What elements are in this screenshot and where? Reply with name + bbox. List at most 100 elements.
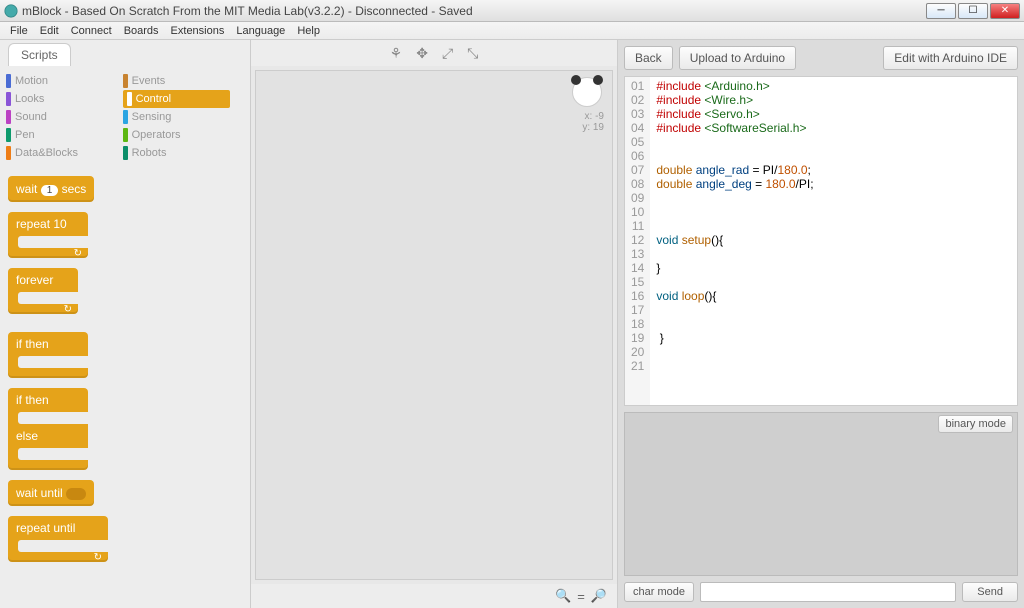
loop-arrow-icon: ↻ [64, 304, 72, 315]
block-if[interactable]: if then [8, 332, 88, 378]
menu-boards[interactable]: Boards [118, 25, 165, 37]
category-robots[interactable]: Robots [123, 144, 240, 162]
block-label: forever [8, 268, 78, 292]
menu-connect[interactable]: Connect [65, 25, 118, 37]
category-label: Looks [15, 93, 44, 105]
block-label: then [25, 337, 48, 351]
send-button[interactable]: Send [962, 582, 1018, 602]
app-icon [4, 4, 18, 18]
category-color-bar [127, 92, 132, 106]
block-repeat[interactable]: repeat 10 ↻ [8, 212, 88, 258]
category-label: Operators [132, 129, 181, 141]
grow-icon[interactable]: ⤢ [442, 45, 453, 62]
zoom-reset-icon[interactable]: = [577, 589, 585, 604]
line-gutter: 0102030405060708091011121314151617181920… [625, 77, 650, 405]
tab-scripts[interactable]: Scripts [8, 43, 71, 66]
category-sound[interactable]: Sound [6, 108, 123, 126]
shrink-icon[interactable]: ⤡ [467, 45, 478, 62]
block-label: wait [16, 182, 41, 196]
zoom-out-icon[interactable]: 🔍 [555, 588, 571, 604]
right-column: Back Upload to Arduino Edit with Arduino… [618, 40, 1024, 608]
move-icon[interactable]: ✥ [416, 45, 428, 62]
category-list: Motion Events Looks Control Sound Sensing Pen O… [0, 66, 250, 168]
category-color-bar [123, 128, 128, 142]
category-label: Pen [15, 129, 35, 141]
menu-language[interactable]: Language [230, 25, 291, 37]
category-color-bar [123, 74, 128, 88]
stage-toolbar: ⚘ ✥ ⤢ ⤡ [251, 40, 617, 66]
block-label: then [25, 393, 48, 407]
category-pen[interactable]: Pen [6, 126, 123, 144]
coord-y: y: 19 [582, 122, 604, 133]
sprite-panda-icon[interactable] [572, 77, 602, 107]
back-button[interactable]: Back [624, 46, 673, 70]
zoom-in-icon[interactable]: 🔎 [591, 588, 607, 604]
left-column: Scripts Motion Events Looks Control Sound Sen… [0, 40, 250, 608]
category-operators[interactable]: Operators [123, 126, 240, 144]
category-color-bar [6, 92, 11, 106]
minimize-button[interactable]: ─ [926, 3, 956, 19]
category-label: Sensing [132, 111, 172, 123]
category-label: Control [136, 93, 171, 105]
category-label: Robots [132, 147, 167, 159]
window-buttons: ─ ☐ ✕ [926, 3, 1020, 19]
category-datablocks[interactable]: Data&Blocks [6, 144, 123, 162]
category-color-bar [6, 74, 11, 88]
edit-ide-button[interactable]: Edit with Arduino IDE [883, 46, 1018, 70]
block-label: repeat [16, 217, 53, 231]
block-value[interactable]: 10 [53, 217, 66, 231]
window-title: mBlock - Based On Scratch From the MIT M… [22, 4, 926, 18]
block-label: if [16, 337, 25, 351]
upload-button[interactable]: Upload to Arduino [679, 46, 796, 70]
menu-help[interactable]: Help [291, 25, 326, 37]
category-label: Data&Blocks [15, 147, 78, 159]
binary-mode-button[interactable]: binary mode [938, 415, 1013, 433]
stamp-icon[interactable]: ⚘ [390, 45, 403, 62]
block-if-else[interactable]: if then else [8, 388, 88, 470]
block-label: else [8, 424, 88, 448]
block-wait-until[interactable]: wait until [8, 480, 94, 506]
coord-x: x: -9 [582, 111, 604, 122]
stage[interactable]: x: -9 y: 19 [255, 70, 613, 580]
block-wait[interactable]: wait 1 secs [8, 176, 94, 202]
category-label: Sound [15, 111, 47, 123]
code-editor[interactable]: 0102030405060708091011121314151617181920… [624, 76, 1018, 406]
loop-arrow-icon: ↻ [74, 248, 82, 259]
category-looks[interactable]: Looks [6, 90, 123, 108]
category-sensing[interactable]: Sensing [123, 108, 240, 126]
maximize-button[interactable]: ☐ [958, 3, 988, 19]
button-row: Back Upload to Arduino Edit with Arduino… [624, 46, 1018, 70]
block-label: wait until [16, 486, 66, 500]
code-content[interactable]: #include <Arduino.h>#include <Wire.h>#in… [650, 77, 819, 405]
block-forever[interactable]: forever ↻ [8, 268, 78, 314]
close-button[interactable]: ✕ [990, 3, 1020, 19]
category-events[interactable]: Events [123, 72, 240, 90]
category-color-bar [123, 146, 128, 160]
block-label: repeat until [16, 521, 75, 535]
block-repeat-until[interactable]: repeat until ↻ [8, 516, 108, 562]
block-value[interactable]: 1 [41, 185, 59, 196]
tab-row: Scripts [0, 40, 250, 66]
category-control[interactable]: Control [123, 90, 230, 108]
send-input[interactable] [700, 582, 956, 602]
titlebar: mBlock - Based On Scratch From the MIT M… [0, 0, 1024, 22]
category-color-bar [6, 128, 11, 142]
block-label: if [16, 393, 25, 407]
loop-arrow-icon: ↻ [94, 552, 102, 563]
category-color-bar [6, 110, 11, 124]
category-color-bar [6, 146, 11, 160]
block-palette: wait 1 secs repeat 10 ↻ forever ↻ if the… [0, 168, 250, 608]
char-mode-button[interactable]: char mode [624, 582, 694, 602]
menubar: FileEditConnectBoardsExtensionsLanguageH… [0, 22, 1024, 40]
menu-file[interactable]: File [4, 25, 34, 37]
zoom-bar: 🔍 = 🔎 [251, 584, 617, 608]
category-motion[interactable]: Motion [6, 72, 123, 90]
menu-edit[interactable]: Edit [34, 25, 65, 37]
category-label: Motion [15, 75, 48, 87]
coordinates: x: -9 y: 19 [582, 111, 604, 133]
condition-slot[interactable] [66, 488, 86, 500]
category-color-bar [123, 110, 128, 124]
block-label: secs [58, 182, 86, 196]
middle-column: ⚘ ✥ ⤢ ⤡ x: -9 y: 19 🔍 = 🔎 [250, 40, 618, 608]
menu-extensions[interactable]: Extensions [165, 25, 231, 37]
